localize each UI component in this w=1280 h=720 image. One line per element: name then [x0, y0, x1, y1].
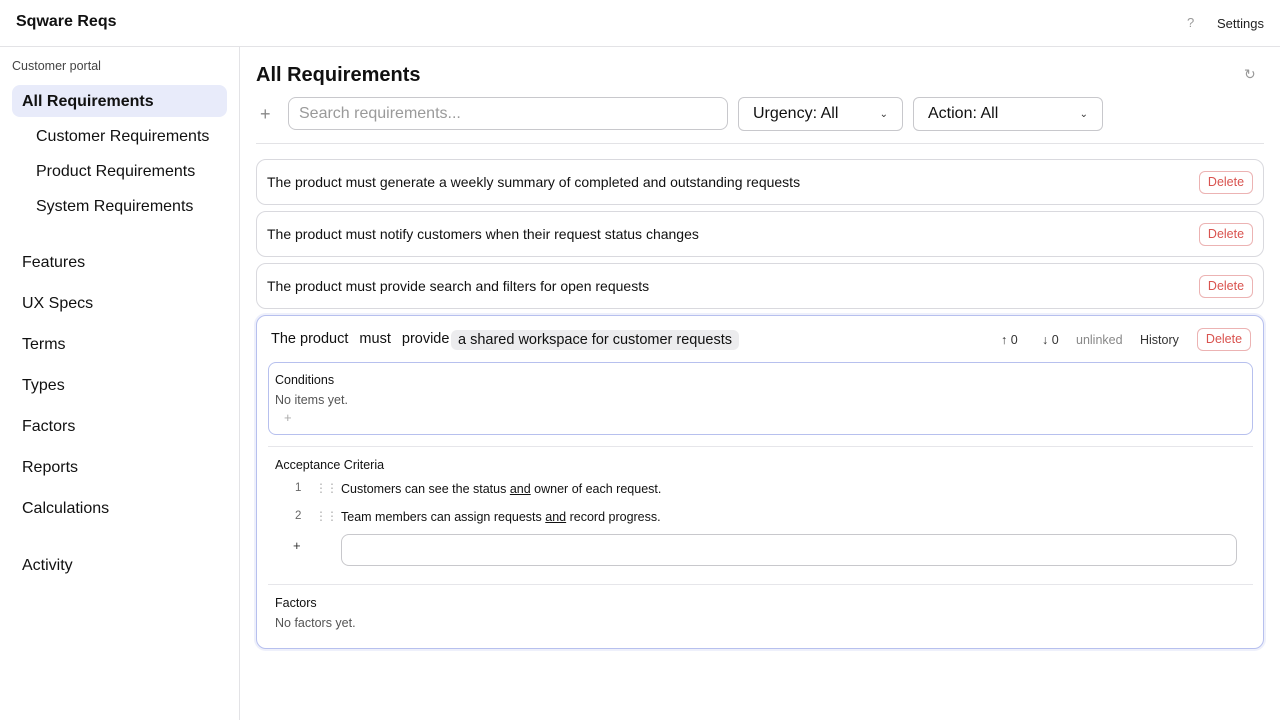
- drag-handle-icon[interactable]: ⋮⋮: [315, 509, 338, 523]
- requirement-verb[interactable]: provide: [402, 331, 450, 347]
- criterion-text[interactable]: Customers can see the status and owner o…: [341, 482, 661, 496]
- refresh-icon[interactable]: ↻: [1244, 66, 1256, 83]
- sidebar-item-features[interactable]: Features: [22, 254, 85, 272]
- section-divider: [268, 446, 1253, 447]
- requirement-subject[interactable]: The product: [271, 331, 348, 347]
- delete-button[interactable]: Delete: [1199, 223, 1253, 246]
- sidebar-item-factors[interactable]: Factors: [22, 418, 75, 436]
- link-status: unlinked: [1076, 333, 1123, 347]
- requirement-text: The product must notify customers when t…: [267, 226, 699, 242]
- sidebar-item-product-requirements[interactable]: Product Requirements: [36, 163, 195, 181]
- toolbar-divider: [256, 143, 1264, 144]
- upvote-count[interactable]: ↑ 0: [1001, 333, 1018, 347]
- new-criterion-input[interactable]: [341, 534, 1237, 566]
- criterion-number: 1: [295, 482, 302, 494]
- action-filter-select[interactable]: Action: All ⌄: [913, 97, 1103, 131]
- top-bar: Sqware Reqs ? Settings: [0, 0, 1280, 47]
- requirement-modal[interactable]: must: [359, 331, 390, 347]
- sidebar: Customer portal All Requirements Custome…: [0, 47, 240, 720]
- criterion-text[interactable]: Team members can assign requests and rec…: [341, 510, 661, 524]
- search-input[interactable]: [288, 97, 728, 130]
- sidebar-item-all-requirements[interactable]: All Requirements: [22, 93, 154, 111]
- history-button[interactable]: History: [1140, 333, 1179, 347]
- add-condition-icon[interactable]: +: [284, 410, 292, 425]
- chevron-down-icon: ⌄: [1079, 108, 1088, 120]
- sidebar-item-customer-requirements[interactable]: Customer Requirements: [36, 128, 209, 146]
- requirement-object-chip[interactable]: a shared workspace for customer requests: [451, 330, 740, 350]
- expanded-requirement: The product must provide a shared worksp…: [256, 315, 1264, 649]
- project-name: Customer portal: [12, 59, 101, 73]
- requirement-row[interactable]: The product must provide search and filt…: [256, 263, 1264, 309]
- downvote-count[interactable]: ↓ 0: [1042, 333, 1059, 347]
- criterion-number: 2: [295, 510, 302, 522]
- action-filter-value: Action: All: [928, 105, 999, 122]
- delete-button[interactable]: Delete: [1199, 171, 1253, 194]
- sidebar-item-reports[interactable]: Reports: [22, 459, 78, 477]
- urgency-filter-value: Urgency: All: [753, 105, 839, 122]
- settings-link[interactable]: Settings: [1217, 16, 1264, 31]
- requirement-text: The product must provide search and filt…: [267, 278, 650, 294]
- conditions-empty-text: No items yet.: [275, 393, 348, 407]
- acceptance-criteria-label: Acceptance Criteria: [275, 458, 385, 472]
- requirement-row[interactable]: The product must generate a weekly summa…: [256, 159, 1264, 205]
- delete-button[interactable]: Delete: [1199, 275, 1253, 298]
- help-icon[interactable]: ?: [1187, 15, 1194, 30]
- factors-empty-text: No factors yet.: [275, 616, 356, 630]
- sidebar-item-activity[interactable]: Activity: [22, 557, 73, 575]
- sidebar-item-ux-specs[interactable]: UX Specs: [22, 295, 93, 313]
- sidebar-item-system-requirements[interactable]: System Requirements: [36, 198, 193, 216]
- section-divider: [268, 584, 1253, 585]
- factors-label: Factors: [275, 596, 317, 610]
- requirement-text: The product must generate a weekly summa…: [267, 174, 801, 190]
- sidebar-item-terms[interactable]: Terms: [22, 336, 66, 354]
- sidebar-item-calculations[interactable]: Calculations: [22, 500, 109, 518]
- requirement-statement: The product must provide: [271, 331, 456, 347]
- page-title: All Requirements: [256, 64, 421, 86]
- urgency-filter-select[interactable]: Urgency: All ⌄: [738, 97, 903, 131]
- add-criterion-icon[interactable]: +: [293, 538, 301, 553]
- requirement-row[interactable]: The product must notify customers when t…: [256, 211, 1264, 257]
- drag-handle-icon[interactable]: ⋮⋮: [315, 481, 338, 495]
- sidebar-item-types[interactable]: Types: [22, 377, 65, 395]
- chevron-down-icon: ⌄: [879, 108, 888, 120]
- delete-button[interactable]: Delete: [1197, 328, 1251, 351]
- conditions-section[interactable]: Conditions No items yet. +: [268, 362, 1253, 435]
- add-requirement-icon[interactable]: +: [260, 104, 271, 125]
- main-content: All Requirements ↻ + Urgency: All ⌄ Acti…: [240, 47, 1280, 720]
- app-title: Sqware Reqs: [16, 13, 117, 30]
- conditions-label: Conditions: [275, 373, 335, 387]
